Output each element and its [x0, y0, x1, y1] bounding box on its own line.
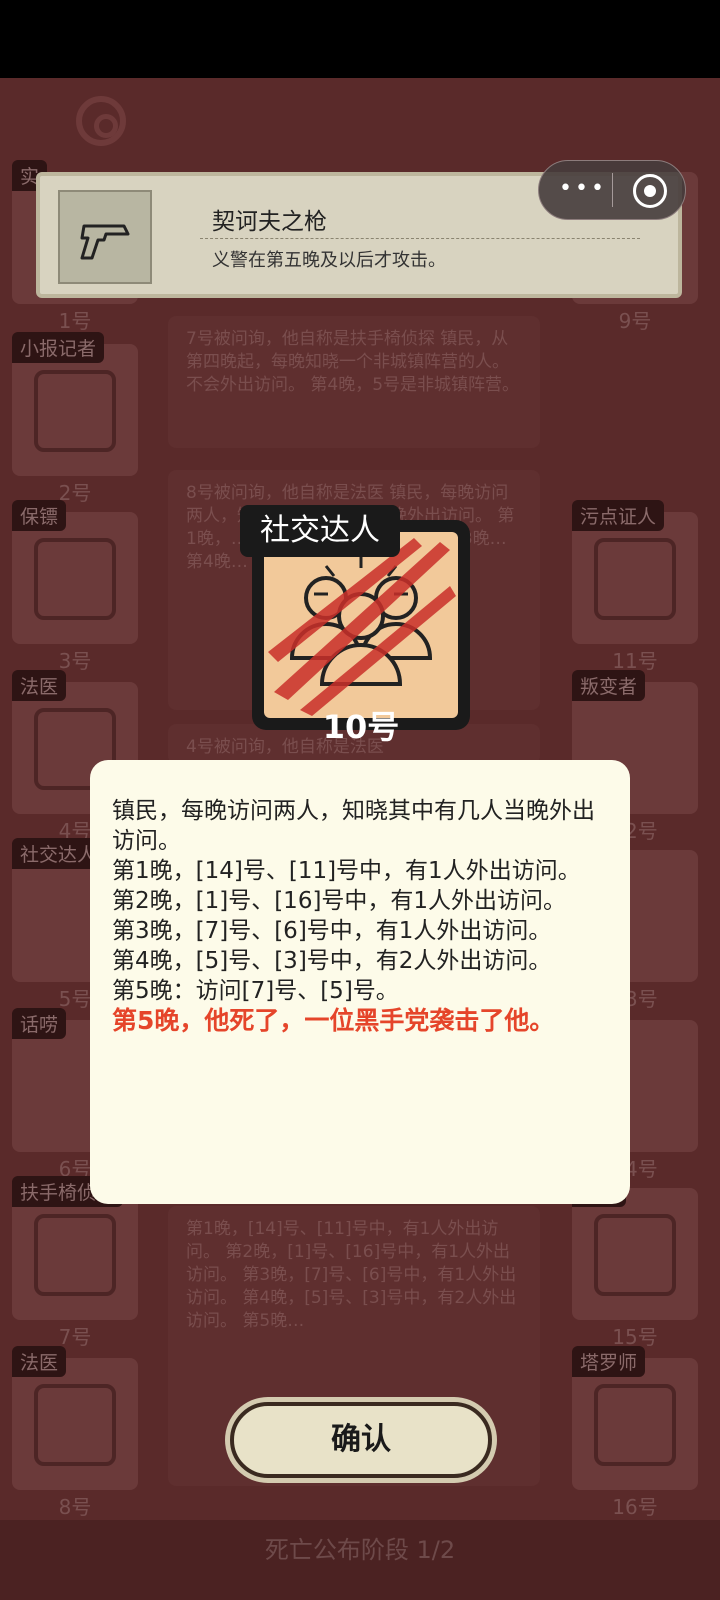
pistol-icon	[58, 190, 152, 284]
pistol-icon	[594, 1214, 676, 1296]
player-role-tag: 法医	[12, 1346, 67, 1377]
player-card-16[interactable]: 塔罗师 16号	[572, 1346, 698, 1519]
player-role-tag: 叛变者	[572, 670, 646, 701]
divider	[200, 238, 640, 239]
player-number: 16号	[612, 1495, 658, 1519]
player-card-8[interactable]: 法医 8号	[12, 1346, 138, 1519]
player-card-11[interactable]: 污点证人 11号	[572, 500, 698, 673]
night-log-line: 第3晚，[7]号、[6]号中，有1人外出访问。	[112, 918, 552, 944]
player-card-7[interactable]: 扶手椅侦探 7号	[12, 1176, 138, 1349]
mask-icon	[34, 1384, 116, 1466]
role-number: 10号	[322, 708, 400, 746]
miniprogram-capsule: •••	[538, 160, 686, 220]
tarot-cards-icon	[594, 1384, 676, 1466]
shield-person-icon	[34, 538, 116, 620]
player-role-tag: 话唠	[12, 1008, 67, 1039]
death-notice: 第5晚，他死了，一位黑手党袭击了他。	[112, 1006, 555, 1035]
scales-handshake-icon	[594, 538, 676, 620]
status-bar	[0, 0, 720, 78]
interrogation-log: 7号被问询，他自称是扶手椅侦探 镇民，从第四晚起，每晚知晓一个非城镇阵营的人。不…	[168, 316, 540, 448]
night-log-line: 第4晚，[5]号、[3]号中，有2人外出访问。	[112, 948, 552, 974]
item-name: 契诃夫之枪	[212, 209, 327, 235]
player-card-2[interactable]: 小报记者 2号	[12, 332, 138, 505]
night-log-line: 第2晚，[1]号、[16]号中，有1人外出访问。	[112, 888, 567, 914]
phase-status: 死亡公布阶段 1/2	[0, 1520, 720, 1600]
role-title: 社交达人	[240, 505, 400, 557]
player-role-tag: 塔罗师	[572, 1346, 646, 1377]
player-number: 9号	[618, 309, 652, 333]
player-role-tag: 污点证人	[572, 500, 665, 531]
night-log-line: 第1晚，[14]号、[11]号中，有1人外出访问。	[112, 858, 581, 884]
player-number: 1号	[58, 309, 92, 333]
armchair-icon	[34, 1214, 116, 1296]
role-card-art	[264, 532, 458, 718]
player-card-15[interactable]: 义警 15号	[572, 1176, 698, 1349]
player-card-3[interactable]: 保镖 3号	[12, 500, 138, 673]
player-role-tag: 保镖	[12, 500, 67, 531]
player-role-tag: 小报记者	[12, 332, 105, 363]
divider	[612, 173, 613, 207]
role-description: 镇民，每晚访问两人，知晓其中有几人当晚外出访问。	[112, 798, 595, 854]
newspaper-hand-icon	[34, 370, 116, 452]
role-info-popup: 镇民，每晚访问两人，知晓其中有几人当晚外出访问。 第1晚，[14]号、[11]号…	[90, 760, 630, 1204]
more-menu-icon[interactable]: •••	[559, 178, 607, 200]
item-description: 义警在第五晚及以后才攻击。	[212, 250, 446, 271]
player-number: 8号	[58, 1495, 92, 1519]
social-group-icon	[268, 538, 456, 716]
settings-gear-icon[interactable]	[76, 96, 126, 146]
confirm-button[interactable]: 确认	[230, 1402, 492, 1478]
close-miniprogram-icon[interactable]	[633, 174, 667, 208]
night-log-line: 第5晚：访问[7]号、[5]号。	[112, 978, 399, 1004]
player-role-tag: 法医	[12, 670, 67, 701]
